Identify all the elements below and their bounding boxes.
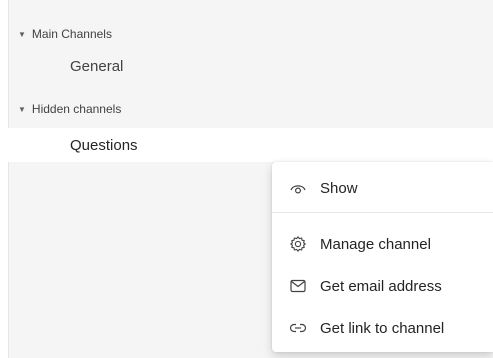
- channel-label: Questions: [70, 136, 138, 154]
- menu-item-label: Get link to channel: [320, 319, 445, 337]
- section-header-main-channels[interactable]: ▼ Main Channels: [18, 27, 112, 41]
- section-title: Hidden channels: [31, 102, 122, 116]
- sidebar-edge: [0, 0, 9, 358]
- menu-item-label: Get email address: [320, 277, 442, 295]
- menu-item-show[interactable]: Show: [272, 170, 493, 206]
- channel-label: General: [70, 58, 124, 75]
- channel-item-general[interactable]: General: [70, 58, 123, 75]
- section-header-hidden-channels[interactable]: ▼ Hidden channels: [18, 102, 121, 116]
- link-icon: [288, 318, 308, 338]
- channel-item-questions[interactable]: Questions: [8, 128, 493, 162]
- caret-down-icon: ▼: [18, 29, 26, 39]
- gear-icon: [288, 234, 308, 254]
- menu-item-label: Manage channel: [320, 235, 431, 253]
- menu-divider: [272, 212, 493, 213]
- menu-item-get-email-address[interactable]: Get email address: [272, 268, 493, 304]
- menu-item-manage-channel[interactable]: Manage channel: [272, 226, 493, 262]
- caret-down-icon: ▼: [18, 104, 26, 114]
- eye-icon: [288, 178, 308, 198]
- mail-icon: [288, 276, 308, 296]
- channel-context-menu: Show Manage channel Get email address Ge…: [272, 162, 493, 352]
- section-title: Main Channels: [31, 27, 112, 41]
- menu-item-get-link-to-channel[interactable]: Get link to channel: [272, 310, 493, 346]
- menu-item-label: Show: [320, 179, 358, 197]
